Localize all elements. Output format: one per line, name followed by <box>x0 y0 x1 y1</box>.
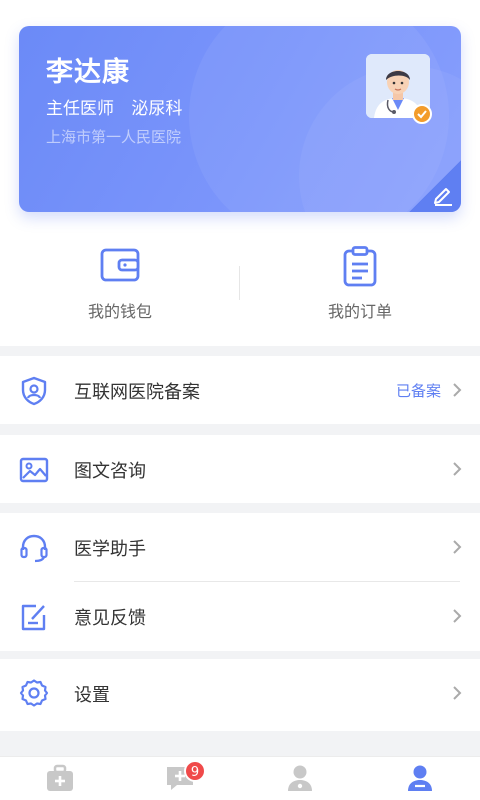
orders-label: 我的订单 <box>327 302 392 321</box>
menu-label: 医学助手 <box>74 539 146 560</box>
quick-actions-divider <box>239 266 240 300</box>
clipboard-icon <box>343 246 377 287</box>
header-area: 李达康 主任医师 泌尿科 上海市第一人民医院 我的钱包 我的订单 <box>0 0 480 346</box>
medical-kit-icon <box>47 764 73 791</box>
profile-user-icon <box>408 765 432 791</box>
feedback-edit-icon <box>21 604 46 631</box>
wallet-button[interactable]: 我的钱包 <box>0 240 240 330</box>
doctor-name: 李达康 <box>46 57 130 88</box>
shield-user-icon <box>21 376 47 406</box>
menu-label: 图文咨询 <box>74 461 146 482</box>
profile-page: 李达康 主任医师 泌尿科 上海市第一人民医院 我的钱包 我的订单 互联网医院备案… <box>0 0 480 800</box>
wallet-label: 我的钱包 <box>87 302 152 321</box>
doctor-hospital: 上海市第一人民医院 <box>46 128 182 146</box>
image-icon <box>19 457 49 483</box>
chevron-right-icon <box>453 609 462 623</box>
menu-item-image-consult[interactable]: 图文咨询 <box>0 435 480 503</box>
tab-profile[interactable] <box>360 757 480 800</box>
tab-doctors[interactable] <box>240 757 360 800</box>
chevron-right-icon <box>453 686 462 700</box>
menu-label: 设置 <box>74 685 110 706</box>
menu-item-feedback[interactable]: 意见反馈 <box>0 582 480 650</box>
menu-item-medical-assistant[interactable]: 医学助手 <box>0 513 480 581</box>
doctor-user-icon <box>288 765 312 791</box>
tab-messages[interactable]: 9 <box>120 757 240 800</box>
chevron-right-icon <box>453 383 462 397</box>
quick-actions: 我的钱包 我的订单 <box>0 240 480 330</box>
menu-group-consult: 图文咨询 <box>0 435 480 503</box>
gear-icon <box>19 679 49 707</box>
menu-group-filing: 互联网医院备案 已备案 <box>0 356 480 424</box>
filing-status: 已备案 <box>395 382 441 400</box>
menu-label: 互联网医院备案 <box>74 382 200 403</box>
verified-badge-icon <box>412 104 432 124</box>
bottom-tab-bar: 9 <box>0 756 480 800</box>
orders-button[interactable]: 我的订单 <box>240 240 480 330</box>
menu-label: 意见反馈 <box>74 608 146 629</box>
doctor-title: 主任医师 <box>46 99 114 119</box>
menu-item-settings[interactable]: 设置 <box>0 659 480 731</box>
menu-group-settings: 设置 <box>0 659 480 731</box>
pencil-icon <box>434 188 452 206</box>
chevron-right-icon <box>453 462 462 476</box>
unread-badge: 9 <box>184 760 206 782</box>
menu-item-hospital-filing[interactable]: 互联网医院备案 已备案 <box>0 356 480 424</box>
edit-profile-button[interactable] <box>409 160 461 212</box>
menu-group-assist: 医学助手 意见反馈 <box>0 513 480 651</box>
headset-icon <box>20 534 48 563</box>
wallet-icon <box>100 248 140 282</box>
chevron-right-icon <box>453 540 462 554</box>
tab-workbench[interactable] <box>0 757 120 800</box>
doctor-profile-card[interactable]: 李达康 主任医师 泌尿科 上海市第一人民医院 <box>19 26 461 212</box>
doctor-department: 泌尿科 <box>131 99 183 119</box>
doctor-title-line: 主任医师 泌尿科 <box>46 94 182 119</box>
